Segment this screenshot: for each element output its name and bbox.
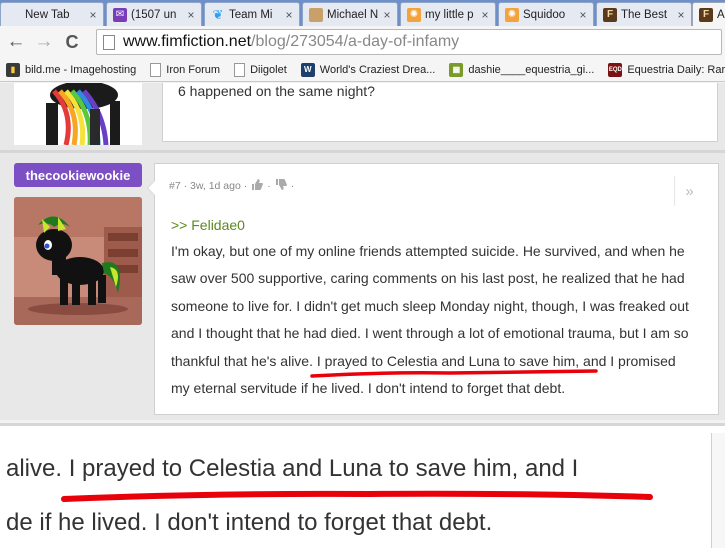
bildme-icon: ▮ [6, 62, 20, 77]
thumbs-down-icon[interactable] [275, 179, 287, 193]
previous-avatar [14, 83, 142, 145]
bookmark-label: bild.me - Imagehosting [25, 63, 137, 76]
bookmark-label: Iron Forum [166, 63, 221, 76]
w-favicon: W [300, 62, 315, 77]
close-icon[interactable]: × [577, 8, 589, 22]
browser-toolbar: ← → C www.fimfiction.net/blog/273054/a-d… [0, 26, 725, 58]
previous-comment-text: 6 happened on the same night? [178, 83, 375, 99]
thumbs-up-icon[interactable] [251, 179, 264, 193]
share-icon[interactable]: » [674, 176, 704, 206]
rainbow-pony-image [14, 83, 142, 145]
tab[interactable]: ✺ Squidoo × [498, 2, 594, 26]
reload-icon[interactable]: C [60, 30, 84, 54]
mail-icon: ✉ [113, 7, 127, 22]
zoom-scrollbar [711, 433, 725, 548]
bookmark[interactable]: ▮ bild.me - Imagehosting [6, 62, 137, 77]
comment-line: my eternal servitude if he lived. I don'… [171, 379, 566, 396]
close-icon[interactable]: × [381, 8, 393, 22]
bookmark-label: dashie____equestria_gi... [468, 63, 595, 76]
address-bar[interactable]: www.fimfiction.net/blog/273054/a-day-of-… [96, 29, 722, 55]
username-badge[interactable]: thecookiewookie [14, 163, 142, 187]
bookmark[interactable]: Iron Forum [150, 62, 221, 77]
close-icon[interactable]: × [185, 8, 197, 22]
comment-line: saw over 500 supportive, caring comments… [171, 270, 685, 287]
tab-title: Squidoo [523, 8, 566, 21]
forward-icon[interactable]: → [32, 30, 56, 54]
comment-line: and I thought that he had died. I went t… [171, 325, 689, 342]
comment-meta: #7 · 3w, 1d ago · · · [169, 179, 294, 193]
pony-favicon [309, 7, 323, 22]
close-icon[interactable]: × [675, 8, 687, 22]
bookmark-label: Diigolet [250, 63, 287, 76]
close-icon[interactable]: × [479, 8, 491, 22]
tab[interactable]: ❦ Team Mi × [204, 2, 300, 26]
bookmark-label: World's Craziest Drea... [319, 63, 436, 76]
tab[interactable]: Michael N × [302, 2, 398, 26]
fimfiction-icon: F [699, 7, 713, 22]
zoomed-excerpt: alive. I prayed to Celestia and Luna to … [0, 423, 725, 548]
image-icon: ▦ [449, 62, 464, 77]
comment-arrow [147, 180, 155, 196]
comment-line: someone to live for. I didn't get much s… [171, 297, 689, 314]
tab[interactable]: ✉ (1507 un × [106, 2, 202, 26]
close-icon[interactable]: × [87, 8, 99, 22]
page-icon [103, 34, 115, 50]
tab-title: Team Mi [229, 8, 273, 21]
tab[interactable]: New Tab × [0, 2, 104, 26]
avatar[interactable] [14, 197, 142, 325]
tab-title: The Best [621, 8, 668, 21]
zoom-divider [0, 423, 725, 426]
tab-strip: New Tab × ✉ (1507 un × ❦ Team Mi × Micha… [0, 0, 725, 26]
tab-active[interactable]: F A c [692, 2, 725, 26]
quote-link[interactable]: >> Felidae0 [171, 217, 245, 233]
tab-title: Michael N [327, 8, 379, 21]
comment-body: I'm okay, but one of my online friends a… [171, 242, 711, 406]
tab-title: my little p [425, 8, 474, 21]
tab-title: (1507 un [131, 8, 177, 21]
comment-separator [0, 150, 725, 153]
twitter-bird-icon: ❦ [212, 7, 224, 22]
comment-line: I'm okay, but one of my online friends a… [171, 243, 685, 259]
bookmarks-bar: ▮ bild.me - Imagehosting Iron Forum Diig… [0, 58, 725, 82]
comment-meta-text: #7 · 3w, 1d ago · [169, 180, 248, 192]
zoom-line-1: alive. I prayed to Celestia and Luna to … [6, 455, 579, 482]
page-content: 6 happened on the same night? thecookiew… [0, 83, 725, 420]
tab-title: A c [717, 8, 725, 21]
squidoo-icon: ✺ [505, 7, 519, 22]
vote-separator: · [267, 180, 271, 192]
back-icon[interactable]: ← [4, 30, 28, 54]
close-icon[interactable]: × [283, 8, 295, 22]
blank-page-icon [7, 8, 21, 22]
bookmark[interactable]: EQD Equestria Daily: Rarit [608, 62, 725, 77]
bookmark[interactable]: W World's Craziest Drea... [300, 62, 436, 77]
bookmark-label: Equestria Daily: Rarit [627, 63, 725, 76]
url-path: /blog/273054/a-day-of-infamy [251, 33, 460, 50]
url-host: www.fimfiction.net [123, 33, 252, 50]
bookmark[interactable]: ▦ dashie____equestria_gi... [449, 62, 595, 77]
page-icon [150, 62, 162, 77]
eqd-favicon: EQD [608, 62, 623, 77]
vote-separator: · [290, 180, 295, 192]
bookmark[interactable]: Diigolet [234, 62, 287, 77]
red-underline-zoom [61, 490, 653, 502]
black-pony-image [14, 197, 142, 325]
red-underline [310, 369, 598, 378]
tab[interactable]: F The Best × [596, 2, 692, 26]
zoom-line-2: de if he lived. I don't intend to forget… [6, 509, 493, 536]
page-icon [234, 62, 246, 77]
tab-title: New Tab [25, 8, 70, 21]
fimfiction-icon: F [603, 7, 617, 22]
tab[interactable]: ✺ my little p × [400, 2, 496, 26]
squidoo-icon: ✺ [407, 7, 421, 22]
